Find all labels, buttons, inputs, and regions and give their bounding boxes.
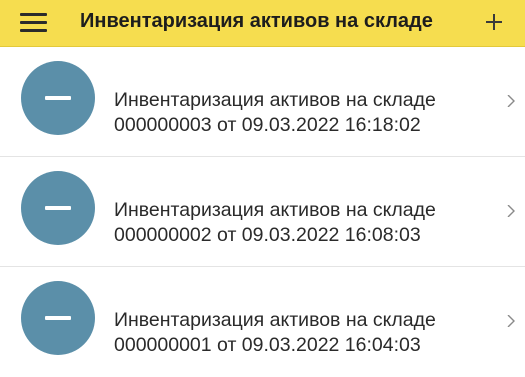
list-item-subtitle: 000000001 от 09.03.2022 16:04:03 [114, 334, 421, 356]
list-item[interactable]: Инвентаризация активов на складе 0000000… [0, 267, 525, 377]
list-item-subtitle: 000000002 от 09.03.2022 16:08:03 [114, 224, 421, 246]
chevron-right-icon [505, 205, 517, 217]
chevron-right-icon [505, 95, 517, 107]
list-item-text: Инвентаризация активов на складе 0000000… [114, 198, 436, 248]
list-item[interactable]: Инвентаризация активов на складе 0000000… [0, 157, 525, 267]
chevron-right-icon [505, 315, 517, 327]
list-item-title: Инвентаризация активов на складе [114, 89, 436, 111]
list-item-title: Инвентаризация активов на складе [114, 199, 436, 221]
list-item-text: Инвентаризация активов на складе 0000000… [114, 88, 436, 138]
list-item-text: Инвентаризация активов на складе 0000000… [114, 308, 436, 358]
document-list: Инвентаризация активов на складе 0000000… [0, 47, 525, 377]
hamburger-menu-icon[interactable] [12, 8, 54, 38]
list-item-subtitle: 000000003 от 09.03.2022 16:18:02 [114, 114, 421, 136]
plus-icon[interactable] [478, 6, 510, 38]
list-item-title: Инвентаризация активов на складе [114, 309, 436, 331]
minus-circle-icon [21, 171, 95, 245]
list-item[interactable]: Инвентаризация активов на складе 0000000… [0, 47, 525, 157]
page-title: Инвентаризация активов на складе [80, 10, 433, 32]
minus-circle-icon [21, 281, 95, 355]
minus-circle-icon [21, 61, 95, 135]
app-bar: Инвентаризация активов на складе [0, 0, 525, 47]
